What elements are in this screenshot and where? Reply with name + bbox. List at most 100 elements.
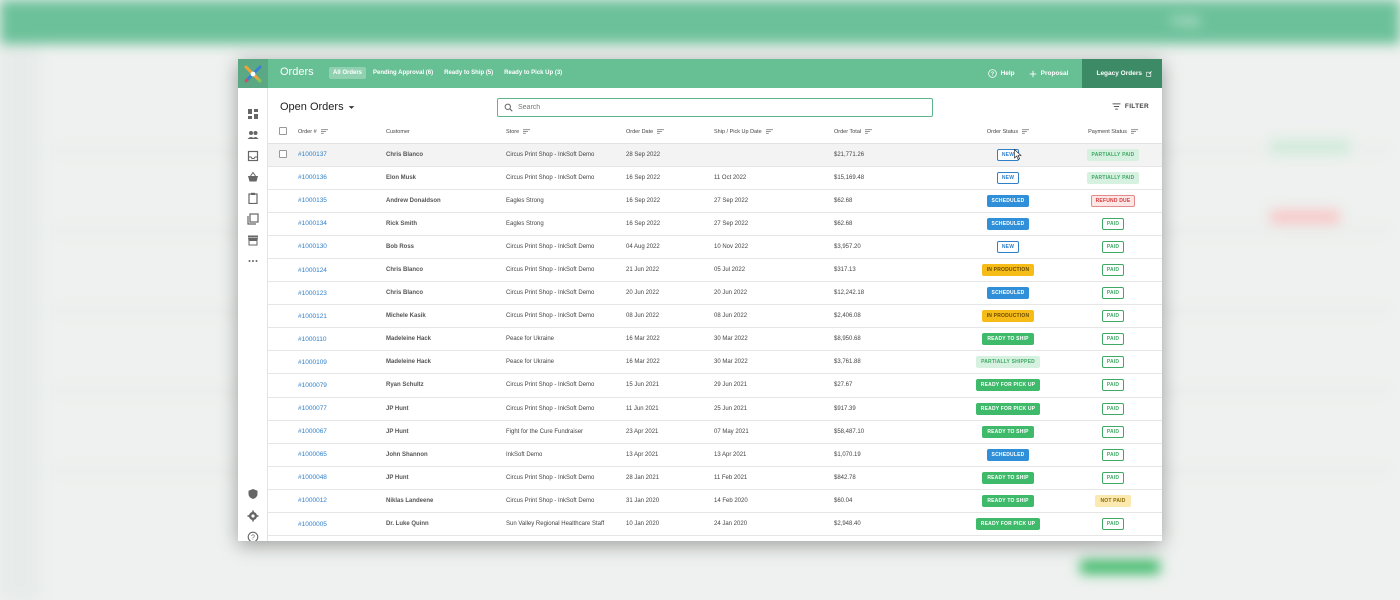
order-number-link[interactable]: #1000077 bbox=[298, 405, 327, 412]
customer-cell: JP Hunt bbox=[386, 420, 506, 444]
table-header-row: Order # Customer Store Order Date Ship /… bbox=[268, 122, 1162, 144]
settings-icon[interactable] bbox=[247, 510, 259, 522]
order-number-link[interactable]: #1000065 bbox=[298, 451, 327, 458]
order-number-link[interactable]: #1000110 bbox=[298, 336, 326, 343]
shield-icon[interactable] bbox=[247, 488, 259, 500]
sort-icon bbox=[523, 129, 531, 134]
col-ship-date[interactable]: Ship / Pick Up Date bbox=[714, 122, 834, 144]
order-number-link[interactable]: #1000123 bbox=[298, 290, 327, 297]
app-logo[interactable] bbox=[238, 59, 268, 88]
plus-icon bbox=[1029, 70, 1036, 77]
dashboard-icon[interactable] bbox=[247, 108, 259, 120]
table-row[interactable]: #1000077 JP Hunt Circus Print Shop - InkSo… bbox=[268, 397, 1162, 421]
order-number-link[interactable]: #1000136 bbox=[298, 174, 327, 181]
tab-ready-to-ship[interactable]: Ready to Ship (5) bbox=[440, 67, 497, 79]
more-icon[interactable] bbox=[247, 255, 259, 267]
catalog-icon[interactable] bbox=[247, 213, 259, 225]
order-number-link[interactable]: #1000012 bbox=[298, 497, 327, 504]
col-order-total[interactable]: Order Total bbox=[834, 122, 952, 144]
table-row[interactable]: #1000135 Andrew Donaldson Eagles Strong 16 … bbox=[268, 189, 1162, 213]
col-store[interactable]: Store bbox=[506, 122, 626, 144]
payment-status-cell: PAID bbox=[1064, 212, 1162, 236]
row-select-cell bbox=[268, 443, 298, 467]
filter-button[interactable]: FILTER bbox=[1112, 103, 1149, 110]
order-tabs: All Orders Pending Approval (6) Ready to… bbox=[329, 67, 569, 79]
order-number-link[interactable]: #1000134 bbox=[298, 220, 327, 227]
select-all-cell bbox=[268, 122, 298, 144]
order-number-link[interactable]: #1000109 bbox=[298, 359, 327, 366]
col-payment-status[interactable]: Payment Status bbox=[1064, 122, 1162, 144]
search-input[interactable] bbox=[518, 104, 898, 111]
order-number-cell: #1000130 bbox=[298, 235, 386, 259]
table-row[interactable]: #1000067 JP Hunt Fight for the Cure Fundra… bbox=[268, 420, 1162, 444]
store-cell: Sun Valley Regional Healthcare Staff bbox=[506, 512, 626, 537]
table-row[interactable]: #1000048 JP Hunt Circus Print Shop - InkSo… bbox=[268, 466, 1162, 490]
col-order-number[interactable]: Order # bbox=[298, 122, 386, 144]
select-all-checkbox[interactable] bbox=[279, 127, 287, 136]
inbox-icon[interactable] bbox=[247, 150, 259, 162]
order-number-link[interactable]: #1000137 bbox=[298, 151, 327, 158]
order-status-cell: SCHEDULED bbox=[952, 443, 1064, 467]
basket-icon[interactable] bbox=[247, 171, 259, 183]
sort-icon bbox=[320, 129, 328, 134]
table-row[interactable]: #1000137 Chris Blanco Circus Print Shop - … bbox=[268, 143, 1162, 167]
search-box[interactable] bbox=[497, 98, 933, 117]
table-row[interactable]: #1000005 Dr. Luke Quinn Sun Valley Regiona… bbox=[268, 512, 1162, 537]
ship-date-cell bbox=[714, 143, 834, 167]
clipboard-icon[interactable] bbox=[247, 192, 259, 204]
order-total-cell: $1,070.19 bbox=[834, 443, 952, 467]
col-customer[interactable]: Customer bbox=[386, 122, 506, 144]
order-number-link[interactable]: #1000005 bbox=[298, 521, 327, 528]
table-row[interactable]: #1000065 John Shannon InkSoft Demo 13 Apr 2… bbox=[268, 443, 1162, 467]
store-cell: Peace for Ukraine bbox=[506, 350, 626, 375]
ship-date-cell: 11 Feb 2021 bbox=[714, 466, 834, 490]
side-navigation: ? bbox=[238, 88, 268, 541]
table-row[interactable]: #1000123 Chris Blanco Circus Print Shop - … bbox=[268, 281, 1162, 306]
order-number-cell: #1000134 bbox=[298, 212, 386, 236]
table-row[interactable]: #1000079 Ryan Schultz Circus Print Shop - … bbox=[268, 373, 1162, 398]
page-title: Open Orders bbox=[280, 101, 344, 113]
col-order-date[interactable]: Order Date bbox=[626, 122, 714, 144]
sort-icon bbox=[1022, 129, 1030, 134]
customer-cell: Chris Blanco bbox=[386, 143, 506, 167]
payment-status-badge: PAID bbox=[1101, 310, 1125, 323]
order-number-link[interactable]: #1000135 bbox=[298, 197, 327, 204]
row-select-cell bbox=[268, 397, 298, 421]
svg-text:?: ? bbox=[251, 535, 255, 541]
table-row[interactable]: #1000121 Michele Kasik Circus Print Shop -… bbox=[268, 304, 1162, 329]
table-row[interactable]: #1000012 Niklas Landeene Circus Print Shop… bbox=[268, 489, 1162, 514]
ship-date-cell: 05 Jul 2022 bbox=[714, 258, 834, 283]
table-row[interactable]: #1000134 Rick Smith Eagles Strong 16 Sep 20… bbox=[268, 212, 1162, 236]
payment-status-badge: PAID bbox=[1101, 471, 1125, 484]
table-row[interactable]: #1000124 Chris Blanco Circus Print Shop - … bbox=[268, 258, 1162, 283]
row-checkbox[interactable] bbox=[279, 149, 287, 158]
legacy-orders-button[interactable]: Legacy Orders bbox=[1082, 59, 1162, 88]
sort-icon bbox=[765, 129, 773, 134]
help-icon[interactable]: ? bbox=[247, 531, 259, 541]
order-date-cell: 16 Mar 2022 bbox=[626, 327, 714, 352]
tab-all-orders[interactable]: All Orders bbox=[329, 67, 367, 79]
proposal-button[interactable]: Proposal bbox=[1029, 70, 1068, 78]
customers-icon[interactable] bbox=[247, 129, 259, 141]
payment-status-badge: PAID bbox=[1101, 333, 1125, 346]
order-date-cell: 11 Jun 2021 bbox=[626, 397, 714, 421]
order-status-cell: PARTIALLY SHIPPED bbox=[952, 350, 1064, 375]
order-number-link[interactable]: #1000067 bbox=[298, 428, 327, 435]
tab-pending-approval[interactable]: Pending Approval (6) bbox=[369, 67, 437, 79]
table-row[interactable]: #1000110 Madeleine Hack Peace for Ukraine 1… bbox=[268, 327, 1162, 352]
order-number-link[interactable]: #1000130 bbox=[298, 243, 327, 250]
order-number-link[interactable]: #1000124 bbox=[298, 267, 327, 274]
tab-ready-to-pick-up[interactable]: Ready to Pick Up (3) bbox=[500, 67, 566, 79]
table-row[interactable]: #1000130 Bob Ross Circus Print Shop - InkS… bbox=[268, 235, 1162, 259]
help-button[interactable]: ? Help bbox=[987, 69, 1015, 78]
open-orders-dropdown[interactable]: Open Orders bbox=[280, 101, 355, 113]
table-row[interactable]: #1000109 Madeleine Hack Peace for Ukraine 1… bbox=[268, 350, 1162, 375]
order-number-link[interactable]: #1000121 bbox=[298, 313, 327, 320]
col-order-status[interactable]: Order Status bbox=[952, 122, 1064, 144]
order-number-link[interactable]: #1000048 bbox=[298, 474, 327, 481]
store-cell: Circus Print Shop - InkSoft Demo bbox=[506, 304, 626, 329]
row-select-cell bbox=[268, 258, 298, 283]
store-icon[interactable] bbox=[247, 234, 259, 246]
table-row[interactable]: #1000136 Elon Musk Circus Print Shop - Ink… bbox=[268, 166, 1162, 190]
order-number-link[interactable]: #1000079 bbox=[298, 382, 327, 389]
